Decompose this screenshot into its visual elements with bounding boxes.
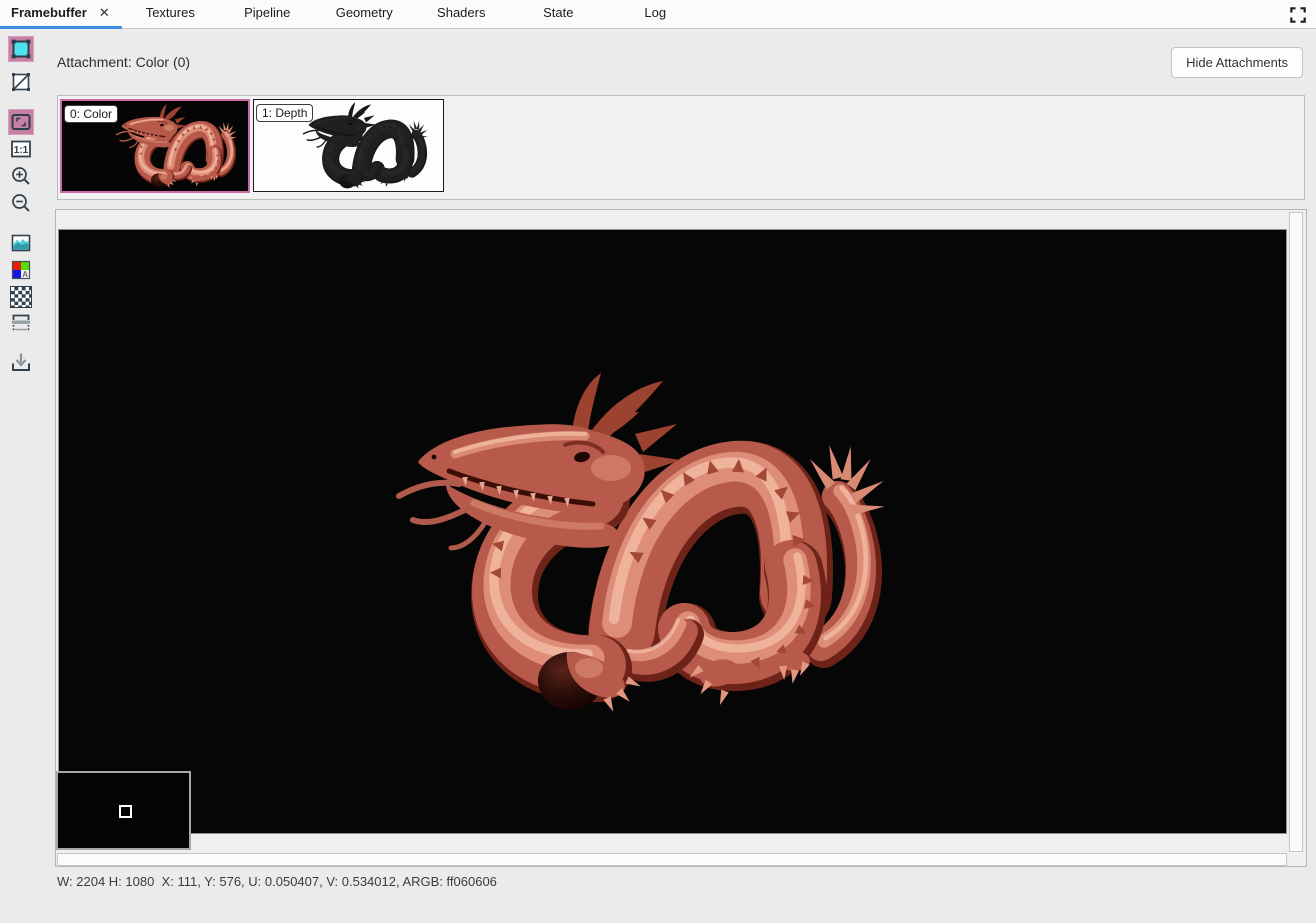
fit-to-window-icon[interactable] bbox=[8, 109, 34, 135]
image-histogram-icon[interactable] bbox=[8, 230, 34, 256]
tab-textures[interactable]: Textures bbox=[122, 0, 219, 29]
fullscreen-icon[interactable] bbox=[1288, 5, 1308, 25]
attachments-strip: 0: Color 1: Depth bbox=[57, 95, 1305, 200]
hide-attachments-button[interactable]: Hide Attachments bbox=[1171, 47, 1303, 78]
zoom-out-icon[interactable] bbox=[8, 190, 34, 216]
close-icon[interactable]: ✕ bbox=[99, 0, 110, 26]
tab-shaders[interactable]: Shaders bbox=[413, 0, 510, 29]
horizontal-scrollbar[interactable] bbox=[57, 853, 1287, 866]
tab-framebuffer-label: Framebuffer bbox=[11, 0, 87, 26]
status-bar-text: W: 2204 H: 1080 X: 111, Y: 576, U: 0.050… bbox=[57, 874, 497, 889]
color-attachment-preview bbox=[114, 103, 238, 192]
zoom-actual-1-1-icon[interactable]: 1:1 bbox=[8, 136, 34, 162]
rendered-dragon bbox=[389, 368, 889, 728]
pixel-context-cursor bbox=[119, 805, 132, 818]
tab-pipeline[interactable]: Pipeline bbox=[219, 0, 316, 29]
tab-state[interactable]: State bbox=[510, 0, 607, 29]
depth-attachment-preview bbox=[300, 101, 430, 192]
save-image-icon[interactable] bbox=[8, 349, 34, 375]
svg-text:A: A bbox=[22, 270, 28, 279]
texture-viewer-panel bbox=[55, 209, 1307, 867]
zoom-in-icon[interactable] bbox=[8, 163, 34, 189]
attachment-chip-depth: 1: Depth bbox=[256, 104, 313, 122]
texture-none-icon[interactable] bbox=[8, 69, 34, 95]
tab-log[interactable]: Log bbox=[607, 0, 704, 29]
vertical-scrollbar[interactable] bbox=[1289, 212, 1303, 852]
attachment-chip-color: 0: Color bbox=[64, 105, 118, 123]
tab-bar: Framebuffer ✕ Textures Pipeline Geometry… bbox=[0, 0, 1316, 29]
alpha-checkerboard-icon[interactable] bbox=[8, 284, 34, 310]
rgba-channels-icon[interactable]: A bbox=[8, 257, 34, 283]
attachment-thumb-depth[interactable]: 1: Depth bbox=[253, 99, 444, 192]
svg-text:1:1: 1:1 bbox=[14, 145, 29, 156]
tab-geometry[interactable]: Geometry bbox=[316, 0, 413, 29]
pixel-context-overlay bbox=[56, 771, 191, 850]
attachment-thumb-color[interactable]: 0: Color bbox=[60, 99, 250, 193]
framebuffer-viewer-window: Framebuffer ✕ Textures Pipeline Geometry… bbox=[0, 0, 1316, 923]
attachment-label: Attachment: Color (0) bbox=[57, 54, 190, 70]
texture-display-icon[interactable] bbox=[8, 36, 34, 62]
range-bar-icon[interactable] bbox=[8, 311, 34, 337]
texture-view-image[interactable] bbox=[58, 229, 1287, 834]
tab-framebuffer[interactable]: Framebuffer ✕ bbox=[0, 0, 122, 29]
